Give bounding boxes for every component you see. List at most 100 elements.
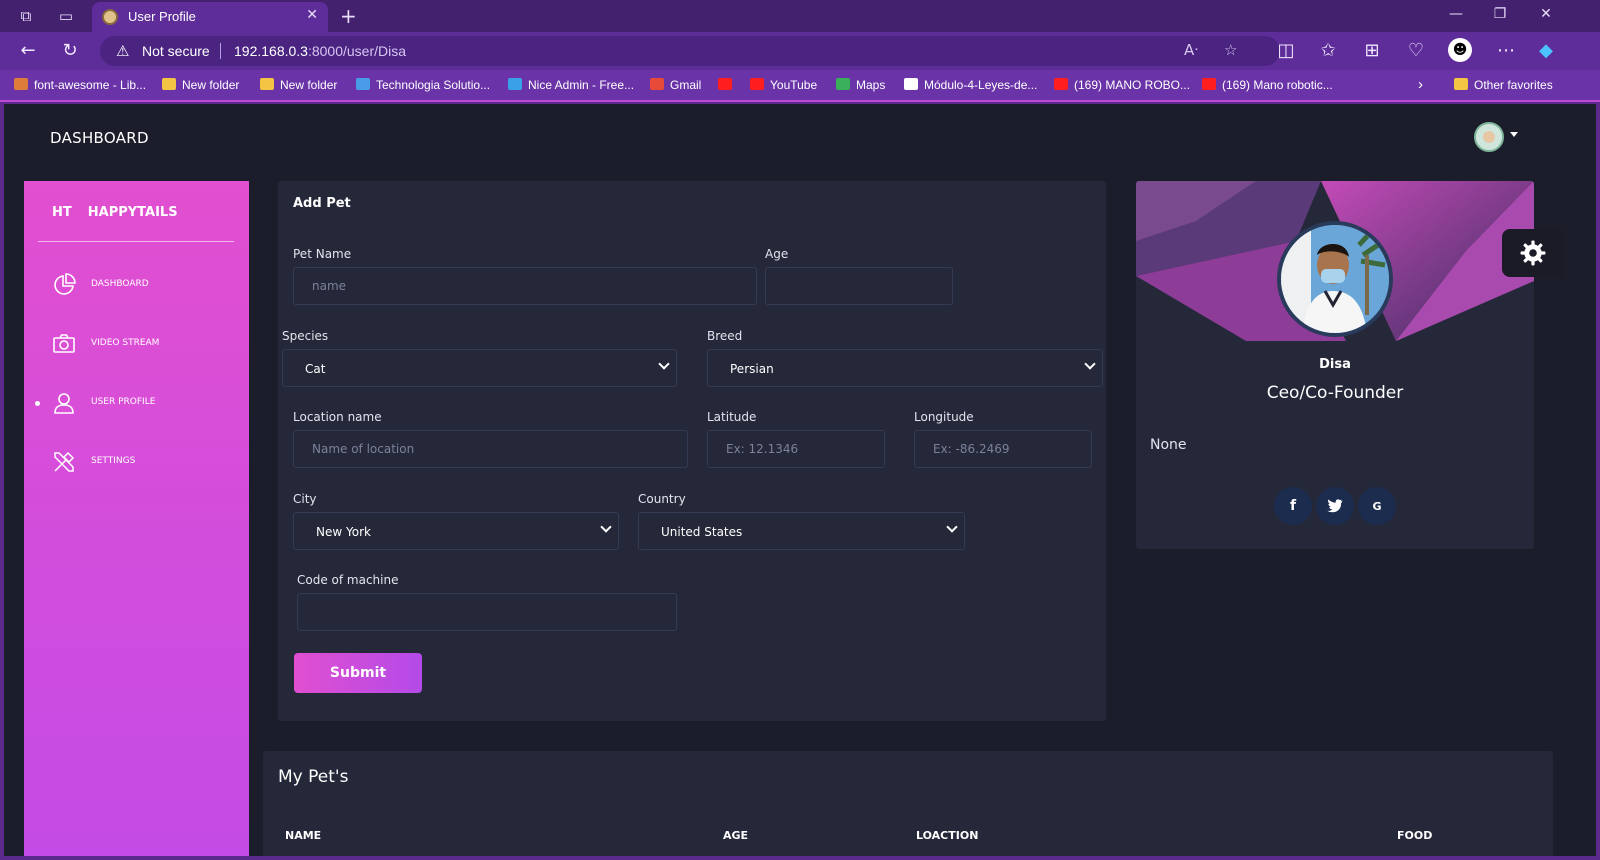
sidebar-item-settings[interactable]: SETTINGS	[24, 442, 249, 482]
bookmark-item[interactable]: font-awesome - Lib...	[14, 78, 146, 92]
species-select[interactable]: Cat	[282, 349, 677, 387]
browser-tab-user-profile[interactable]: User Profile ✕	[92, 2, 328, 32]
my-pets-title: My Pet's	[278, 767, 349, 787]
add-pet-title: Add Pet	[293, 196, 351, 211]
profile-avatar-icon[interactable]: ☻	[1448, 38, 1472, 62]
new-tab-icon[interactable]: +	[340, 4, 357, 28]
minimize-icon[interactable]: —	[1446, 6, 1466, 22]
warning-icon[interactable]: ⚠	[116, 42, 129, 60]
age-input[interactable]	[765, 267, 953, 305]
profile-card: Disa Ceo/Co-Founder None f G	[1136, 181, 1534, 549]
sidebar-item-dashboard[interactable]: DASHBOARD	[24, 265, 249, 305]
tab-favicon-icon	[102, 9, 118, 25]
bookmark-item[interactable]: YouTube	[750, 78, 817, 92]
bookmark-label: New folder	[280, 78, 338, 92]
city-select[interactable]: New York	[293, 512, 619, 550]
user-avatar[interactable]	[1474, 122, 1504, 152]
chevron-down-icon	[946, 521, 958, 533]
bookmark-favicon-icon	[904, 78, 918, 90]
machine-code-input[interactable]	[297, 593, 677, 631]
browser-toolbar: ← ↻ ⚠ Not secure 192.168.0.3:8000/user/D…	[0, 32, 1600, 70]
column-header-food: FOOD	[1397, 829, 1433, 842]
column-header-location: LOACTION	[916, 829, 979, 842]
split-screen-icon[interactable]: ◫	[1274, 40, 1298, 61]
sidebar-item-video-stream[interactable]: VIDEO STREAM	[24, 324, 249, 364]
country-label: Country	[638, 492, 686, 506]
bookmark-favicon-icon	[650, 78, 664, 90]
city-value: New York	[316, 525, 371, 539]
bookmark-favicon-icon	[750, 78, 764, 90]
species-label: Species	[282, 329, 329, 343]
pet-name-input[interactable]: name	[293, 267, 757, 305]
twitter-button[interactable]	[1316, 487, 1354, 525]
bookmark-favicon-icon	[356, 78, 370, 90]
submit-button[interactable]: Submit	[294, 653, 422, 693]
url-text[interactable]: 192.168.0.3:8000/user/Disa	[234, 43, 406, 59]
active-indicator	[35, 401, 40, 406]
favorite-star-icon[interactable]: ☆	[1224, 41, 1237, 59]
facebook-icon: f	[1289, 498, 1297, 514]
location-label: Location name	[293, 410, 382, 424]
bookmark-item[interactable]: Nice Admin - Free...	[508, 78, 634, 92]
breed-value: Persian	[730, 362, 774, 376]
collections-icon[interactable]: ⊞	[1360, 40, 1384, 61]
sidebar-item-label: VIDEO STREAM	[91, 338, 160, 348]
not-secure-label[interactable]: Not secure	[142, 43, 210, 59]
gear-icon	[1520, 240, 1546, 266]
facebook-button[interactable]: f	[1274, 487, 1312, 525]
species-value: Cat	[305, 362, 326, 376]
user-menu-caret-icon[interactable]	[1510, 132, 1518, 137]
latitude-label: Latitude	[707, 410, 757, 424]
google-icon: G	[1372, 500, 1382, 513]
bookmark-favicon-icon	[162, 78, 176, 90]
window-close-icon[interactable]: ✕	[1536, 6, 1556, 22]
restore-icon[interactable]: ❐	[1490, 6, 1510, 22]
google-button[interactable]: G	[1358, 487, 1396, 525]
bookmark-item[interactable]: Maps	[836, 78, 885, 92]
close-tab-icon[interactable]: ✕	[306, 7, 318, 23]
column-header-age: AGE	[723, 829, 749, 842]
bookmark-favicon-icon	[260, 78, 274, 90]
bookmark-item[interactable]: (169) MANO ROBO...	[1054, 78, 1190, 92]
workspaces-icon[interactable]: ⧉	[16, 6, 36, 26]
copilot-icon[interactable]: ◆	[1534, 40, 1558, 61]
profile-description: None	[1150, 437, 1187, 453]
breed-select[interactable]: Persian	[707, 349, 1103, 387]
other-favorites[interactable]: Other favorites	[1454, 78, 1553, 92]
settings-fab[interactable]	[1502, 229, 1564, 277]
read-aloud-icon[interactable]: Aᐧ	[1184, 41, 1198, 59]
more-icon[interactable]: ⋯	[1494, 40, 1518, 61]
sidebar-item-user-profile[interactable]: USER PROFILE	[24, 383, 249, 423]
country-select[interactable]: United States	[638, 512, 965, 550]
tools-icon	[54, 451, 75, 472]
column-header-name: NAME	[285, 829, 322, 842]
bookmark-favicon-icon	[836, 78, 850, 90]
location-input[interactable]: Name of location	[293, 430, 688, 468]
bookmark-item[interactable]: (169) Mano robotic...	[1202, 78, 1333, 92]
bookmark-item[interactable]: New folder	[260, 78, 337, 92]
address-bar[interactable]: ⚠ Not secure 192.168.0.3:8000/user/Disa …	[100, 36, 1280, 66]
bookmark-item[interactable]: Módulo-4-Leyes-de...	[904, 78, 1037, 92]
profile-name: Disa	[1319, 357, 1351, 372]
chevron-down-icon	[600, 521, 612, 533]
sidebar-brand[interactable]: HT HAPPYTAILS	[52, 205, 178, 220]
browser-essentials-icon[interactable]: ♡	[1404, 40, 1428, 61]
favorites-icon[interactable]: ✩	[1316, 40, 1340, 61]
bookmark-item[interactable]: Technologia Solutio...	[356, 78, 490, 92]
bookmark-item[interactable]: New folder	[162, 78, 239, 92]
refresh-icon[interactable]: ↻	[58, 40, 82, 61]
pet-name-label: Pet Name	[293, 247, 352, 261]
longitude-input[interactable]: Ex: -86.2469	[914, 430, 1092, 468]
browser-tab-bar: ⧉ ▭ User Profile ✕ + — ❐ ✕	[0, 0, 1600, 32]
bookmark-item[interactable]	[718, 78, 738, 92]
bookmark-label: Gmail	[670, 78, 702, 92]
back-icon[interactable]: ←	[16, 40, 40, 61]
bookmark-favicon-icon	[14, 78, 28, 90]
bookmark-label: (169) MANO ROBO...	[1074, 78, 1191, 92]
latitude-input[interactable]: Ex: 12.1346	[707, 430, 885, 468]
country-value: United States	[661, 525, 743, 539]
tab-actions-icon[interactable]: ▭	[56, 6, 76, 26]
bookmark-item[interactable]: Gmail	[650, 78, 701, 92]
address-separator	[220, 43, 221, 59]
more-bookmarks-chevron-icon[interactable]: ›	[1418, 76, 1423, 93]
